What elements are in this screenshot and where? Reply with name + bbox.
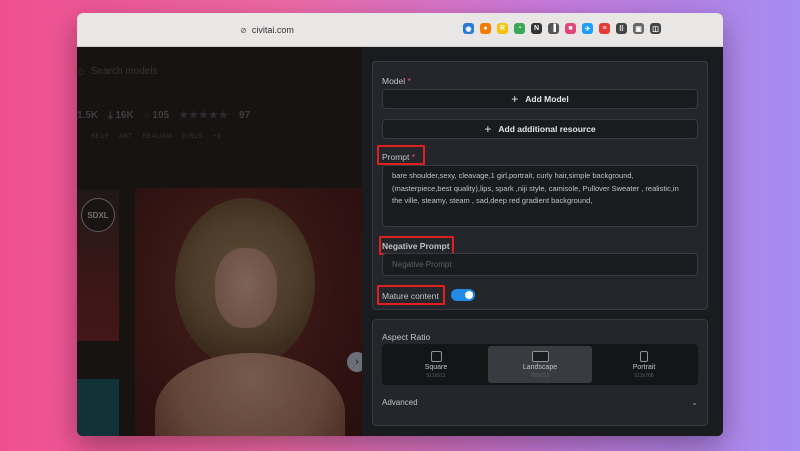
grid-icon[interactable]: ⠿ [616,23,627,34]
settings-card: Aspect Ratio Square 512x512 Landscape 76… [372,319,708,426]
aspect-option-square[interactable]: Square 512x512 [384,346,488,383]
color-wheel-icon[interactable]: ◉ [463,23,474,34]
yellow-r-icon[interactable]: R [497,23,508,34]
browser-titlebar: ⊘ civitai.com ◉ ● R ◔ N ▐ ■ ✈ ≡ ⠿ ▣ ◫ [77,13,723,47]
bird-icon[interactable]: ✈ [582,23,593,34]
generation-panel: Model * + Add Model + Add additional res… [362,47,723,436]
plus-icon: + [511,92,519,106]
plus-icon: + [484,122,492,136]
extensions-toolbar: ◉ ● R ◔ N ▐ ■ ✈ ≡ ⠿ ▣ ◫ [463,23,661,34]
model-label: Model * [382,76,411,86]
mature-content-toggle[interactable] [451,289,475,301]
prompt-label: Prompt * [382,152,416,162]
aspect-option-landscape[interactable]: Landscape 768x512 [488,346,592,383]
aspect-ratio-label: Aspect Ratio [382,332,431,342]
aspect-option-portrait[interactable]: Portrait 512x768 [592,346,696,383]
aspect-ratio-selector: Square 512x512 Landscape 768x512 Portrai… [382,344,698,385]
sidebar-icon[interactable]: ◫ [650,23,661,34]
model-page-background: ○ Search models 1.5K ⤓ 16K ◌ 105 ★★★★★ 9… [77,47,362,436]
add-resource-button[interactable]: + Add additional resource [382,119,698,139]
square-icon [430,350,442,362]
toggle-knob [465,291,473,299]
address-bar[interactable]: ⊘ civitai.com [77,13,457,47]
prompt-textarea[interactable]: bare shoulder,sexy, cleavage,1 girl,port… [382,165,698,227]
url-text: civitai.com [251,25,294,35]
red-box-icon[interactable]: ≡ [599,23,610,34]
screenshot-icon[interactable]: ▣ [633,23,644,34]
compass-icon[interactable]: ◔ [514,23,525,34]
chevron-down-icon[interactable]: ⌄ [691,398,698,407]
browser-window: ⊘ civitai.com ◉ ● R ◔ N ▐ ■ ✈ ≡ ⠿ ▣ ◫ ○ Search mode… [77,13,723,436]
mature-content-label: Mature content [382,291,439,301]
portrait-icon [640,350,648,362]
lock-icon: ⊘ [240,25,247,35]
reader-icon[interactable]: ▐ [548,23,559,34]
add-model-button[interactable]: + Add Model [382,89,698,109]
chevron-right-icon[interactable]: › [347,352,362,372]
modal-overlay [77,47,362,436]
pink-box-icon[interactable]: ■ [565,23,576,34]
orange-circle-icon[interactable]: ● [480,23,491,34]
negative-prompt-input[interactable]: Negative Prompt [382,253,698,276]
landscape-icon [531,350,549,362]
prompt-card: Model * + Add Model + Add additional res… [372,61,708,310]
n-box-icon[interactable]: N [531,23,542,34]
advanced-accordion[interactable]: Advanced ⌄ [382,398,698,407]
negative-prompt-label: Negative Prompt [382,241,450,251]
